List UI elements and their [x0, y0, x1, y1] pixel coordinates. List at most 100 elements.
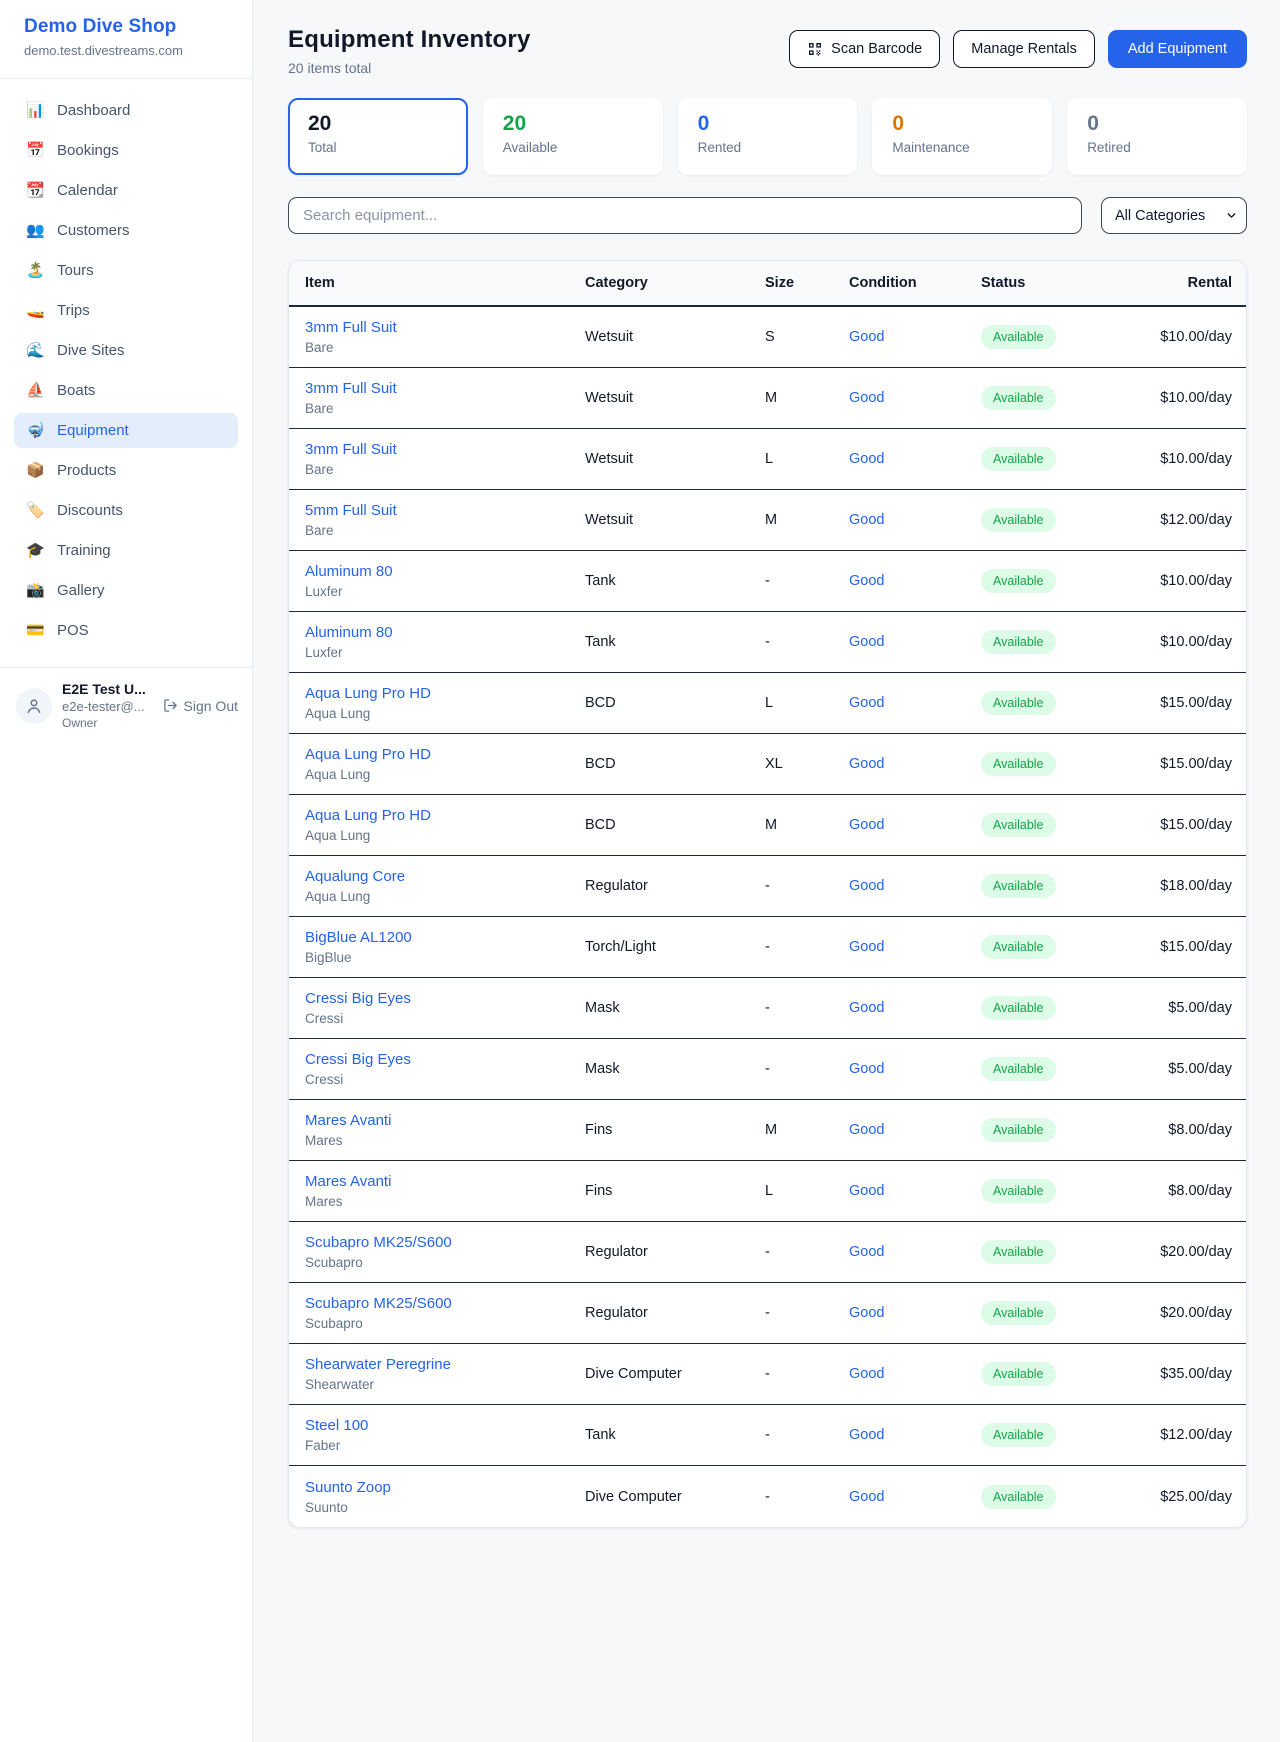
rental-price: $10.00/day	[1121, 573, 1232, 589]
nav-item[interactable]: 📅 Bookings	[14, 133, 238, 168]
item-brand: Bare	[305, 462, 585, 477]
category-select[interactable]: All Categories	[1101, 197, 1247, 234]
item-name-link[interactable]: Mares Avanti	[305, 1173, 391, 1190]
item-name-link[interactable]: Aqua Lung Pro HD	[305, 685, 431, 702]
nav-item[interactable]: 🤿 Equipment	[14, 413, 238, 448]
nav-item[interactable]: 📸 Gallery	[14, 573, 238, 608]
nav-item-label: Products	[57, 462, 116, 479]
condition-link[interactable]: Good	[849, 1122, 884, 1138]
rental-price: $8.00/day	[1121, 1122, 1232, 1138]
condition-link[interactable]: Good	[849, 1244, 884, 1260]
table-row: Aqua Lung Pro HD Aqua Lung BCD XL Good A…	[289, 734, 1246, 795]
item-category: Dive Computer	[585, 1489, 765, 1505]
item-name-link[interactable]: Scubapro MK25/S600	[305, 1295, 452, 1312]
condition-link[interactable]: Good	[849, 329, 884, 345]
brand-block[interactable]: Demo Dive Shop demo.test.divestreams.com	[0, 0, 252, 79]
table-row: Scubapro MK25/S600 Scubapro Regulator - …	[289, 1283, 1246, 1344]
condition-link[interactable]: Good	[849, 451, 884, 467]
item-name-link[interactable]: Shearwater Peregrine	[305, 1356, 451, 1373]
nav-item[interactable]: 🎓 Training	[14, 533, 238, 568]
nav-item[interactable]: 🌊 Dive Sites	[14, 333, 238, 368]
item-name-link[interactable]: BigBlue AL1200	[305, 929, 412, 946]
nav-item[interactable]: 📦 Products	[14, 453, 238, 488]
condition-link[interactable]: Good	[849, 1061, 884, 1077]
status-badge: Available	[981, 1057, 1056, 1081]
item-brand: Scubapro	[305, 1316, 585, 1331]
manage-rentals-button[interactable]: Manage Rentals	[953, 30, 1095, 68]
stat-card[interactable]: 20 Total	[288, 98, 468, 175]
condition-link[interactable]: Good	[849, 1305, 884, 1321]
add-equipment-button[interactable]: Add Equipment	[1108, 30, 1247, 68]
condition-link[interactable]: Good	[849, 512, 884, 528]
sign-out-button[interactable]: Sign Out	[163, 698, 238, 714]
item-size: L	[765, 695, 849, 711]
item-name-link[interactable]: Mares Avanti	[305, 1112, 391, 1129]
item-brand: Luxfer	[305, 584, 585, 599]
stat-card[interactable]: 0 Maintenance	[872, 98, 1052, 175]
item-name-link[interactable]: 3mm Full Suit	[305, 319, 397, 336]
table-header-row: Item Category Size Condition Status Rent…	[289, 261, 1246, 307]
item-name-link[interactable]: 5mm Full Suit	[305, 502, 397, 519]
nav-item[interactable]: 🚤 Trips	[14, 293, 238, 328]
nav-item[interactable]: 📆 Calendar	[14, 173, 238, 208]
status-badge: Available	[981, 1240, 1056, 1264]
condition-link[interactable]: Good	[849, 817, 884, 833]
condition-link[interactable]: Good	[849, 695, 884, 711]
condition-link[interactable]: Good	[849, 634, 884, 650]
item-name-link[interactable]: Aluminum 80	[305, 563, 393, 580]
nav-item[interactable]: 🏝️ Tours	[14, 253, 238, 288]
item-size: -	[765, 1305, 849, 1321]
search-input[interactable]	[288, 197, 1082, 234]
nav-item[interactable]: 📊 Dashboard	[14, 93, 238, 128]
nav-item[interactable]: 👥 Customers	[14, 213, 238, 248]
condition-link[interactable]: Good	[849, 1366, 884, 1382]
rental-price: $15.00/day	[1121, 756, 1232, 772]
item-name-link[interactable]: Scubapro MK25/S600	[305, 1234, 452, 1251]
item-brand: Faber	[305, 1438, 585, 1453]
item-name-link[interactable]: Aluminum 80	[305, 624, 393, 641]
scan-barcode-button[interactable]: Scan Barcode	[789, 30, 940, 68]
condition-link[interactable]: Good	[849, 1000, 884, 1016]
status-badge: Available	[981, 691, 1056, 715]
item-name-link[interactable]: Aqua Lung Pro HD	[305, 807, 431, 824]
condition-link[interactable]: Good	[849, 1489, 884, 1505]
stat-card[interactable]: 20 Available	[483, 98, 663, 175]
discounts-tag-icon: 🏷️	[26, 503, 44, 518]
rental-price: $20.00/day	[1121, 1244, 1232, 1260]
items-total-subtitle: 20 items total	[288, 60, 531, 76]
calendar-icon: 📆	[26, 183, 44, 198]
stat-card[interactable]: 0 Retired	[1067, 98, 1247, 175]
nav-item[interactable]: ⛵ Boats	[14, 373, 238, 408]
status-badge: Available	[981, 630, 1056, 654]
condition-link[interactable]: Good	[849, 878, 884, 894]
condition-link[interactable]: Good	[849, 939, 884, 955]
nav-item-label: Customers	[57, 222, 130, 239]
brand-title[interactable]: Demo Dive Shop	[24, 16, 228, 38]
status-badge: Available	[981, 874, 1056, 898]
item-name-link[interactable]: 3mm Full Suit	[305, 441, 397, 458]
item-name-link[interactable]: Suunto Zoop	[305, 1479, 391, 1496]
item-name-link[interactable]: Aqua Lung Pro HD	[305, 746, 431, 763]
condition-link[interactable]: Good	[849, 390, 884, 406]
status-badge: Available	[981, 1423, 1056, 1447]
item-size: -	[765, 1489, 849, 1505]
item-name-link[interactable]: 3mm Full Suit	[305, 380, 397, 397]
condition-link[interactable]: Good	[849, 1183, 884, 1199]
status-badge: Available	[981, 935, 1056, 959]
nav-item[interactable]: 💳 POS	[14, 613, 238, 648]
condition-link[interactable]: Good	[849, 1427, 884, 1443]
stat-label: Maintenance	[892, 140, 1032, 155]
item-name-link[interactable]: Aqualung Core	[305, 868, 405, 885]
condition-link[interactable]: Good	[849, 573, 884, 589]
col-header-status: Status	[981, 275, 1121, 291]
stat-card[interactable]: 0 Rented	[678, 98, 858, 175]
item-category: Tank	[585, 634, 765, 650]
item-size: -	[765, 1000, 849, 1016]
condition-link[interactable]: Good	[849, 756, 884, 772]
rental-price: $5.00/day	[1121, 1000, 1232, 1016]
item-name-link[interactable]: Cressi Big Eyes	[305, 990, 411, 1007]
item-name-link[interactable]: Cressi Big Eyes	[305, 1051, 411, 1068]
nav-item[interactable]: 🏷️ Discounts	[14, 493, 238, 528]
table-body: 3mm Full Suit Bare Wetsuit S Good Availa…	[289, 307, 1246, 1527]
item-name-link[interactable]: Steel 100	[305, 1417, 368, 1434]
